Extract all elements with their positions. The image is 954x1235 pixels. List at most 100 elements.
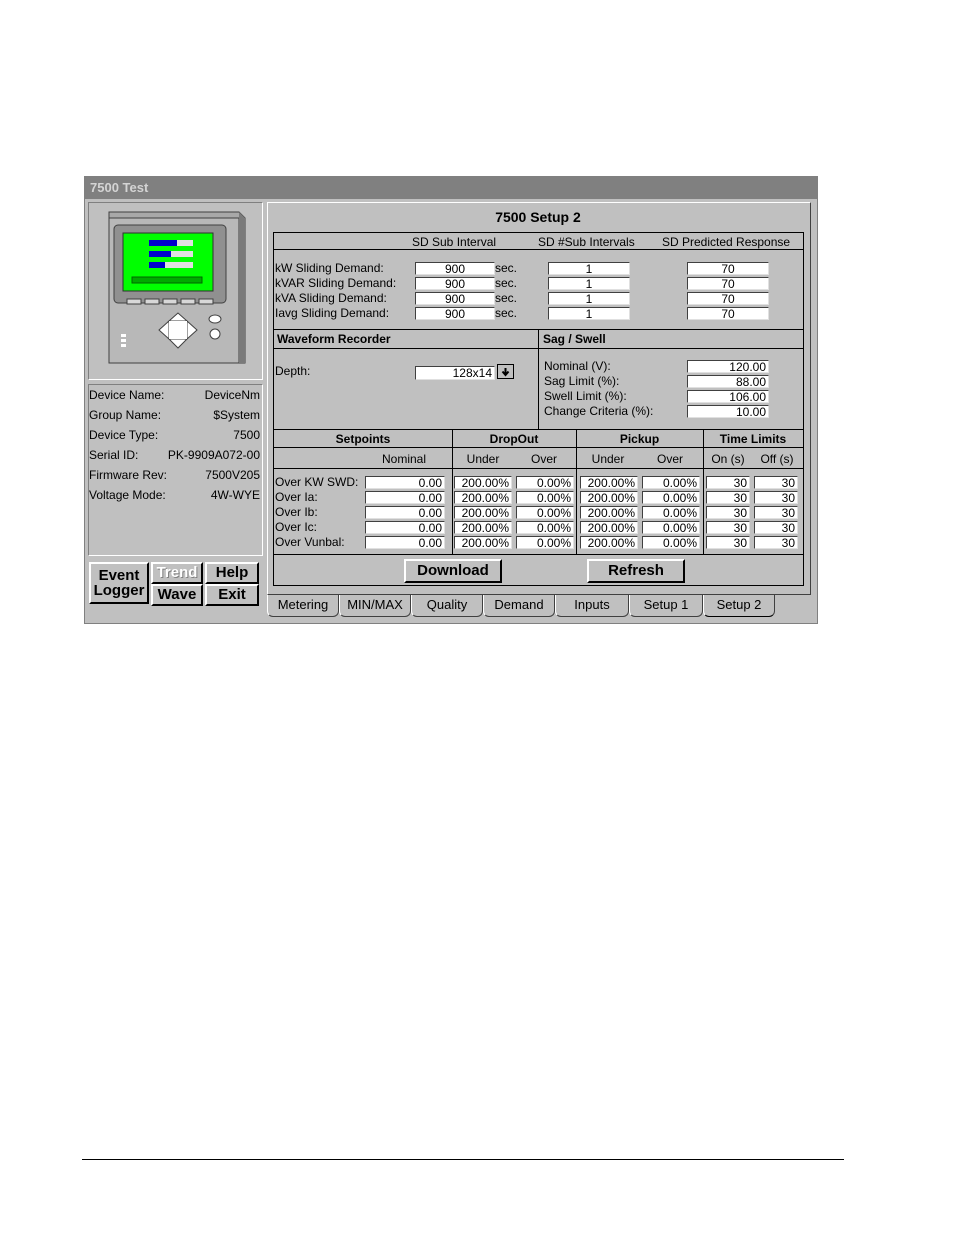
tab-setup-2[interactable]: Setup 2 bbox=[703, 595, 775, 617]
sag-swell-label: Change Criteria (%): bbox=[544, 404, 654, 418]
dropdown-arrow-icon[interactable] bbox=[497, 364, 514, 379]
setpoint-pu-input[interactable]: 200.00% bbox=[580, 491, 638, 504]
sag-swell-input[interactable]: 88.00 bbox=[687, 375, 769, 388]
device-info-label: Group Name: bbox=[89, 408, 162, 422]
tab-metering[interactable]: Metering bbox=[267, 595, 339, 617]
setpoint-do-input[interactable]: 0.00% bbox=[516, 536, 574, 549]
setpoint-do-input[interactable]: 0.00% bbox=[516, 491, 574, 504]
setpoint-pu-input[interactable]: 200.00% bbox=[580, 521, 638, 534]
setpoint-on-input[interactable]: 30 bbox=[706, 521, 750, 534]
sag-swell-input[interactable]: 10.00 bbox=[687, 405, 769, 418]
demand-predicted-input[interactable]: 70 bbox=[687, 292, 769, 305]
setpoint-off-input[interactable]: 30 bbox=[754, 506, 798, 519]
nav-buttons: Event Logger Trend Help Wave Exit bbox=[88, 559, 263, 609]
tab-setup-1[interactable]: Setup 1 bbox=[629, 595, 703, 617]
setpoint-nominal-input[interactable]: 0.00 bbox=[365, 476, 445, 489]
setpoint-nominal-input[interactable]: 0.00 bbox=[365, 521, 445, 534]
tab-min-max[interactable]: MIN/MAX bbox=[339, 595, 411, 617]
device-info-value: 7500 bbox=[233, 428, 260, 442]
setpoint-nominal-input[interactable]: 0.00 bbox=[365, 491, 445, 504]
setpoint-do-input[interactable]: 0.00% bbox=[516, 521, 574, 534]
demand-interval-input[interactable]: 900 bbox=[415, 307, 495, 320]
setpoint-on-input[interactable]: 30 bbox=[706, 491, 750, 504]
setpoint-po-input[interactable]: 0.00% bbox=[642, 491, 700, 504]
setpoint-on-input[interactable]: 30 bbox=[706, 506, 750, 519]
demand-subintervals-input[interactable]: 1 bbox=[548, 307, 630, 320]
setpoint-row-label: Over Ib: bbox=[275, 505, 318, 519]
logger-label: Logger bbox=[93, 582, 145, 599]
demand-unit-label: sec. bbox=[495, 306, 518, 320]
sub-on: On (s) bbox=[711, 452, 745, 466]
device-info-value: 4W-WYE bbox=[210, 488, 260, 502]
device-info-label: Serial ID: bbox=[89, 448, 139, 462]
setpoint-nominal-input[interactable]: 0.00 bbox=[365, 506, 445, 519]
setpoint-do-input[interactable]: 0.00% bbox=[516, 476, 574, 489]
demand-row-label: kW Sliding Demand: bbox=[275, 261, 384, 275]
tab-demand[interactable]: Demand bbox=[483, 595, 555, 617]
refresh-button[interactable]: Refresh bbox=[587, 559, 685, 583]
demand-interval-input[interactable]: 900 bbox=[415, 262, 495, 275]
page-footer-rule bbox=[82, 1159, 844, 1160]
sub-off: Off (s) bbox=[760, 452, 794, 466]
exit-button[interactable]: Exit bbox=[205, 584, 259, 606]
event-logger-button[interactable]: Event Logger bbox=[89, 562, 149, 604]
setpoint-off-input[interactable]: 30 bbox=[754, 476, 798, 489]
setpoint-on-input[interactable]: 30 bbox=[706, 476, 750, 489]
demand-row-label: Iavg Sliding Demand: bbox=[275, 306, 390, 320]
demand-subintervals-input[interactable]: 1 bbox=[548, 262, 630, 275]
setup-grid: SD Sub Interval SD #Sub Intervals SD Pre… bbox=[273, 232, 804, 586]
demand-subintervals-input[interactable]: 1 bbox=[548, 292, 630, 305]
setpoint-row-label: Over Ia: bbox=[275, 490, 318, 504]
setpoint-off-input[interactable]: 30 bbox=[754, 521, 798, 534]
setpoint-off-input[interactable]: 30 bbox=[754, 536, 798, 549]
device-info-label: Voltage Mode: bbox=[89, 488, 166, 502]
setpoint-pu-input[interactable]: 200.00% bbox=[580, 506, 638, 519]
wave-button[interactable]: Wave bbox=[151, 584, 203, 606]
demand-predicted-input[interactable]: 70 bbox=[687, 277, 769, 290]
demand-unit-label: sec. bbox=[495, 261, 518, 275]
demand-unit-label: sec. bbox=[495, 291, 518, 305]
setpoint-nominal-input[interactable]: 0.00 bbox=[365, 536, 445, 549]
sag-swell-label: Sag Limit (%): bbox=[544, 374, 620, 388]
setpoint-po-input[interactable]: 0.00% bbox=[642, 476, 700, 489]
sag-swell-label: Nominal (V): bbox=[544, 359, 611, 373]
hdr-dropout: DropOut bbox=[489, 432, 539, 446]
hdr-setpoints: Setpoints bbox=[335, 432, 391, 446]
setpoint-du-input[interactable]: 200.00% bbox=[454, 521, 512, 534]
setpoint-pu-input[interactable]: 200.00% bbox=[580, 476, 638, 489]
event-label: Event bbox=[98, 567, 140, 584]
sub-pickup-under: Under bbox=[591, 452, 625, 466]
app-window: 7500 Test Device Name: DeviceNm Group Na… bbox=[84, 176, 818, 624]
depth-select[interactable]: 128x14 bbox=[415, 366, 495, 380]
setpoint-du-input[interactable]: 200.00% bbox=[454, 506, 512, 519]
col-sd-predicted: SD Predicted Response bbox=[662, 235, 791, 249]
setpoint-du-input[interactable]: 200.00% bbox=[454, 536, 512, 549]
demand-interval-input[interactable]: 900 bbox=[415, 292, 495, 305]
sag-swell-input[interactable]: 106.00 bbox=[687, 390, 769, 403]
setpoint-po-input[interactable]: 0.00% bbox=[642, 506, 700, 519]
demand-row-label: kVA Sliding Demand: bbox=[275, 291, 387, 305]
device-info-label: Device Type: bbox=[89, 428, 159, 442]
tab-quality[interactable]: Quality bbox=[411, 595, 483, 617]
setpoint-pu-input[interactable]: 200.00% bbox=[580, 536, 638, 549]
meter-icon bbox=[108, 211, 246, 364]
setpoint-du-input[interactable]: 200.00% bbox=[454, 476, 512, 489]
setpoint-row-label: Over KW SWD: bbox=[275, 475, 359, 489]
setpoint-po-input[interactable]: 0.00% bbox=[642, 521, 700, 534]
setpoint-do-input[interactable]: 0.00% bbox=[516, 506, 574, 519]
sag-swell-input[interactable]: 120.00 bbox=[687, 360, 769, 373]
setpoint-po-input[interactable]: 0.00% bbox=[642, 536, 700, 549]
demand-subintervals-input[interactable]: 1 bbox=[548, 277, 630, 290]
demand-predicted-input[interactable]: 70 bbox=[687, 262, 769, 275]
download-button[interactable]: Download bbox=[404, 559, 502, 583]
col-sd-sub-interval: SD Sub Interval bbox=[412, 235, 497, 249]
trend-button[interactable]: Trend bbox=[151, 562, 203, 584]
help-button[interactable]: Help bbox=[205, 562, 259, 584]
demand-predicted-input[interactable]: 70 bbox=[687, 307, 769, 320]
demand-row-label: kVAR Sliding Demand: bbox=[275, 276, 397, 290]
setpoint-du-input[interactable]: 200.00% bbox=[454, 491, 512, 504]
setpoint-off-input[interactable]: 30 bbox=[754, 491, 798, 504]
demand-interval-input[interactable]: 900 bbox=[415, 277, 495, 290]
tab-inputs[interactable]: Inputs bbox=[555, 595, 629, 617]
setpoint-on-input[interactable]: 30 bbox=[706, 536, 750, 549]
